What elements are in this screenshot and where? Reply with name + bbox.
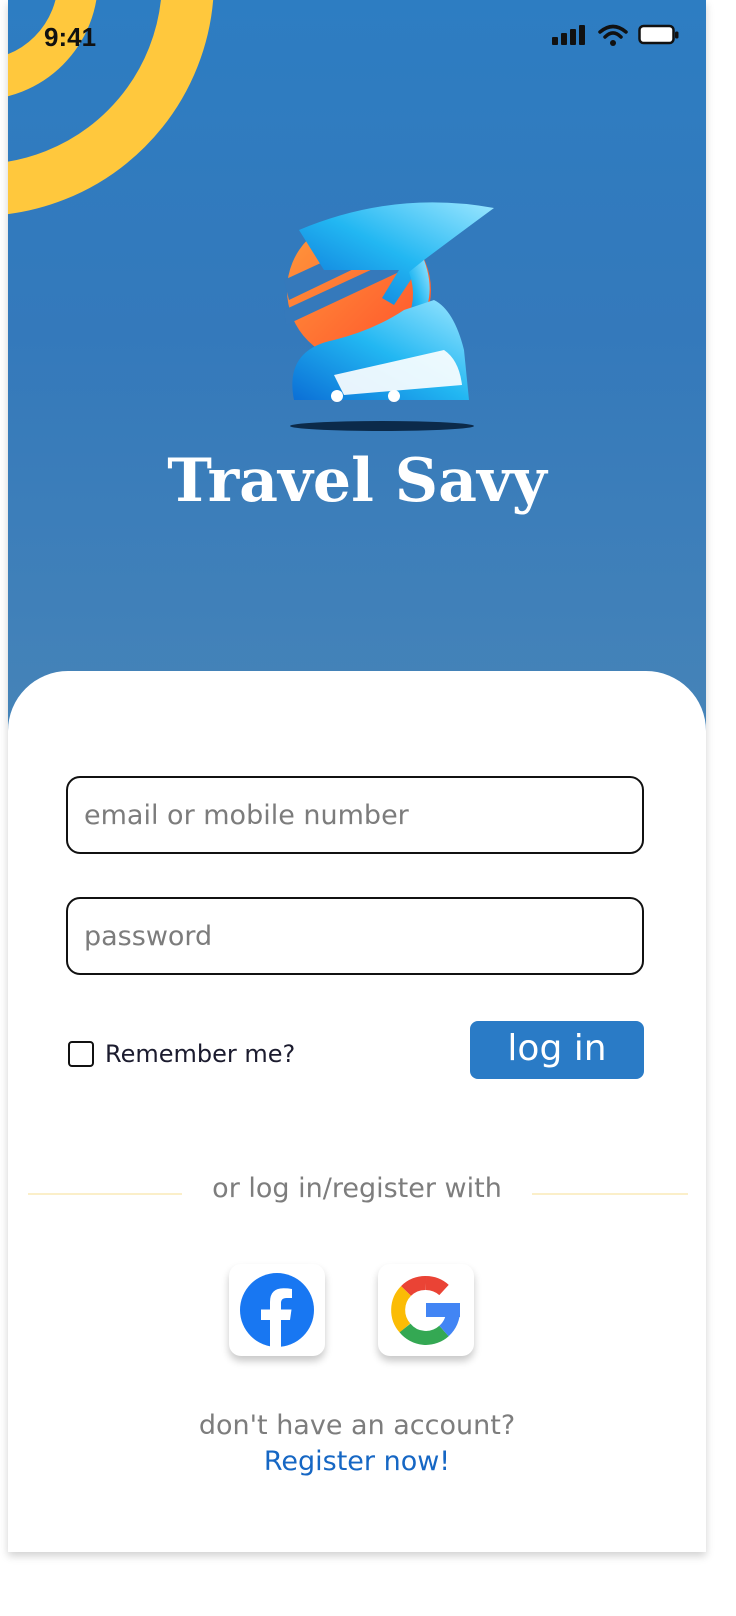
email-field[interactable]	[66, 776, 644, 854]
email-input[interactable]	[68, 778, 642, 852]
remember-me-label[interactable]: Remember me?	[105, 1040, 295, 1068]
app-title: Travel Savy	[167, 446, 547, 516]
battery-icon	[638, 24, 679, 45]
no-account-text: don't have an account?	[198, 1410, 516, 1441]
status-time: 9:41	[44, 22, 97, 52]
travel-savy-logo	[284, 202, 494, 431]
cellular-signal-icon	[552, 25, 585, 45]
google-icon	[391, 1276, 460, 1345]
password-field[interactable]	[66, 897, 644, 975]
social-divider-text: or log in/register with	[212, 1173, 502, 1204]
phone-screen: 9:41 Travel Savy email or mobile number …	[8, 0, 706, 1552]
facebook-login-button[interactable]	[229, 1264, 325, 1356]
google-login-button[interactable]	[378, 1264, 474, 1356]
facebook-icon	[240, 1273, 314, 1348]
status-icons	[552, 24, 680, 46]
remember-me-checkbox[interactable]	[68, 1041, 94, 1067]
register-link[interactable]: Register now!	[8, 1446, 706, 1477]
password-input[interactable]	[68, 899, 642, 973]
hero-banner: 9:41 Travel Savy	[8, 0, 706, 740]
wifi-icon	[598, 24, 628, 46]
login-button[interactable]: log in	[470, 1021, 644, 1079]
